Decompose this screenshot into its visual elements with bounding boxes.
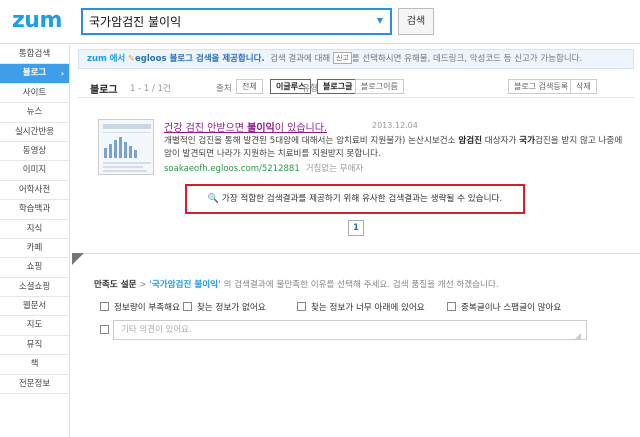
results-count: 1 - 1 / 1건	[130, 84, 171, 94]
result-thumbnail[interactable]	[98, 119, 154, 175]
checkbox[interactable]	[297, 302, 306, 311]
survey-option-3[interactable]: 찾는 정보가 너무 아래에 있어요	[297, 301, 425, 313]
chevron-right-icon: ›	[60, 69, 64, 79]
result-author[interactable]: 거침없는 무애자	[306, 164, 363, 174]
survey-option-other[interactable]	[100, 325, 114, 336]
type-label: 유형	[302, 84, 318, 94]
egloos-icon: ✎	[127, 54, 136, 64]
survey-option-2[interactable]: 찾는 정보가 없어요	[183, 301, 266, 313]
omitted-results-notice: 🔍 가장 적합한 검색결과를 제공하기 위해 유사한 검색결과는 생략될 수 있…	[185, 184, 525, 214]
result-snippet: 개별적인 검진을 통해 발견된 5대암에 대해서는 암치료비 지원불가) 논산시…	[164, 135, 628, 160]
other-opinion-input[interactable]: 기타 의견이 있어요.	[113, 320, 587, 340]
zum-logo[interactable]: zum	[12, 8, 62, 33]
sidebar-item-realtime[interactable]: 실시간반응	[0, 123, 69, 142]
survey-text: 의 검색결과에 불만족한 이유를 선택해 주세요. 검색 품질을 개선 하겠습니…	[220, 280, 499, 290]
sidebar-item-site[interactable]: 사이트	[0, 84, 69, 104]
result-title-post: 이 있습니다.	[274, 123, 328, 134]
checkbox[interactable]	[183, 302, 192, 311]
snippet-bold-2: 국가	[519, 136, 535, 146]
survey-sep: >	[136, 280, 150, 290]
type-blog-option[interactable]: 블로그글	[317, 79, 359, 94]
sidebar-item-webdoc[interactable]: 웹문서	[0, 297, 69, 317]
result-date: 2013.12.04	[372, 121, 418, 130]
sidebar-item-shopping[interactable]: 쇼핑	[0, 258, 69, 278]
checkbox[interactable]	[100, 302, 109, 311]
sidebar-item-video[interactable]: 동영상	[0, 142, 69, 162]
snippet-bold-1: 암검진	[458, 136, 483, 146]
survey-option-label: 찾는 정보가 너무 아래에 있어요	[311, 303, 425, 313]
notice-egloos: egloos 블로그 검색을 제공합니다.	[135, 54, 265, 64]
report-tag: 신고	[332, 52, 352, 64]
sidebar-item-news[interactable]: 뉴스	[0, 103, 69, 123]
search-input[interactable]	[83, 10, 363, 33]
corner-fold-icon	[72, 253, 84, 265]
survey-option-label: 중복글이나 스팸글이 많아요	[461, 303, 562, 313]
survey-heading: 만족도 설문 > '국가암검진 불이익' 의 검색결과에 불만족한 이유를 선택…	[94, 278, 499, 290]
result-url[interactable]: soakaeofh.egloos.com/5212881 거침없는 무애자	[164, 162, 363, 174]
search-button[interactable]: 검색	[398, 8, 434, 35]
header: zum ▼ 검색	[0, 0, 640, 44]
sidebar-item-knowledge[interactable]: 지식	[0, 220, 69, 239]
register-blog-button[interactable]: 블로그 검색등록	[508, 79, 575, 94]
sidebar-item-dictionary[interactable]: 어학사전	[0, 181, 69, 201]
page-number-current[interactable]: 1	[348, 220, 364, 236]
survey-lead: 만족도 설문	[94, 280, 137, 290]
sidebar: 통합검색 블로그 › 사이트 뉴스 실시간반응 동영상 이미지 어학사전 학습백과…	[0, 45, 70, 437]
result-title-link[interactable]: 건강 검진 안받으면 불이익이 있습니다.	[164, 119, 327, 134]
checkbox[interactable]	[100, 325, 109, 334]
sidebar-item-music[interactable]: 뮤직	[0, 336, 69, 356]
survey-option-label: 찾는 정보가 없어요	[197, 303, 266, 313]
sidebar-item-book[interactable]: 책	[0, 355, 69, 375]
results-header: 블로그 1 - 1 / 1건 출처 전체 이글루스 유형 블로그글 블로그이름 …	[78, 76, 634, 98]
notice-text-b: 를 선택하시면 유해물, 데드링크, 악성코드 등 신고가 가능합니다.	[351, 54, 583, 64]
survey-option-label: 정보량이 부족해요	[114, 303, 180, 313]
result-url-text[interactable]: soakaeofh.egloos.com/5212881	[164, 164, 300, 174]
source-all-option[interactable]: 전체	[236, 79, 263, 94]
result-title-bold: 불이익	[247, 123, 275, 134]
resize-handle-icon[interactable]	[575, 333, 581, 339]
egloos-notice-bar: zum 에서 ✎egloos 블로그 검색을 제공합니다. 검색 결과에 대해 …	[78, 49, 634, 69]
notice-in: 에서	[109, 54, 126, 64]
results-title: 블로그	[90, 85, 118, 96]
sidebar-item-encyclopedia[interactable]: 학습백과	[0, 200, 69, 220]
survey-option-1[interactable]: 정보량이 부족해요	[100, 301, 180, 313]
sidebar-item-image[interactable]: 이미지	[0, 161, 69, 181]
sidebar-item-label: 블로그	[22, 68, 47, 79]
sidebar-item-blog[interactable]: 블로그 ›	[0, 64, 69, 84]
omitted-notice-text: 가장 적합한 검색결과를 제공하기 위해 유사한 검색결과는 생략될 수 있습니…	[221, 194, 503, 204]
search-icon: 🔍	[207, 194, 220, 204]
search-box[interactable]: ▼	[81, 8, 392, 35]
sort-label: 출처	[216, 84, 232, 94]
sidebar-item-social-shopping[interactable]: 소셜쇼핑	[0, 278, 69, 298]
sidebar-item-map[interactable]: 지도	[0, 316, 69, 336]
notice-zum: zum	[87, 54, 107, 64]
result-title-pre: 건강 검진 안받으면	[164, 123, 248, 134]
sidebar-item-integrated[interactable]: 통합검색	[0, 45, 69, 65]
delete-button[interactable]: 삭제	[570, 79, 597, 94]
snippet-part-2: 대상자가	[482, 136, 520, 146]
chevron-down-icon[interactable]: ▼	[374, 14, 386, 28]
type-name-option[interactable]: 블로그이름	[355, 79, 404, 94]
snippet-part-1: 개별적인 검진을 통해 발견된 5대암에 대해서는 암치료비 지원불가) 논산시…	[164, 136, 459, 146]
sidebar-item-cafe[interactable]: 카페	[0, 239, 69, 259]
checkbox[interactable]	[447, 302, 456, 311]
sidebar-item-expert[interactable]: 전문정보	[0, 375, 69, 395]
notice-text-a: 검색 결과에 대해	[270, 54, 331, 64]
survey-query: '국가암검진 불이익'	[149, 280, 221, 290]
section-divider	[72, 253, 640, 254]
survey-option-4[interactable]: 중복글이나 스팸글이 많아요	[447, 301, 561, 313]
